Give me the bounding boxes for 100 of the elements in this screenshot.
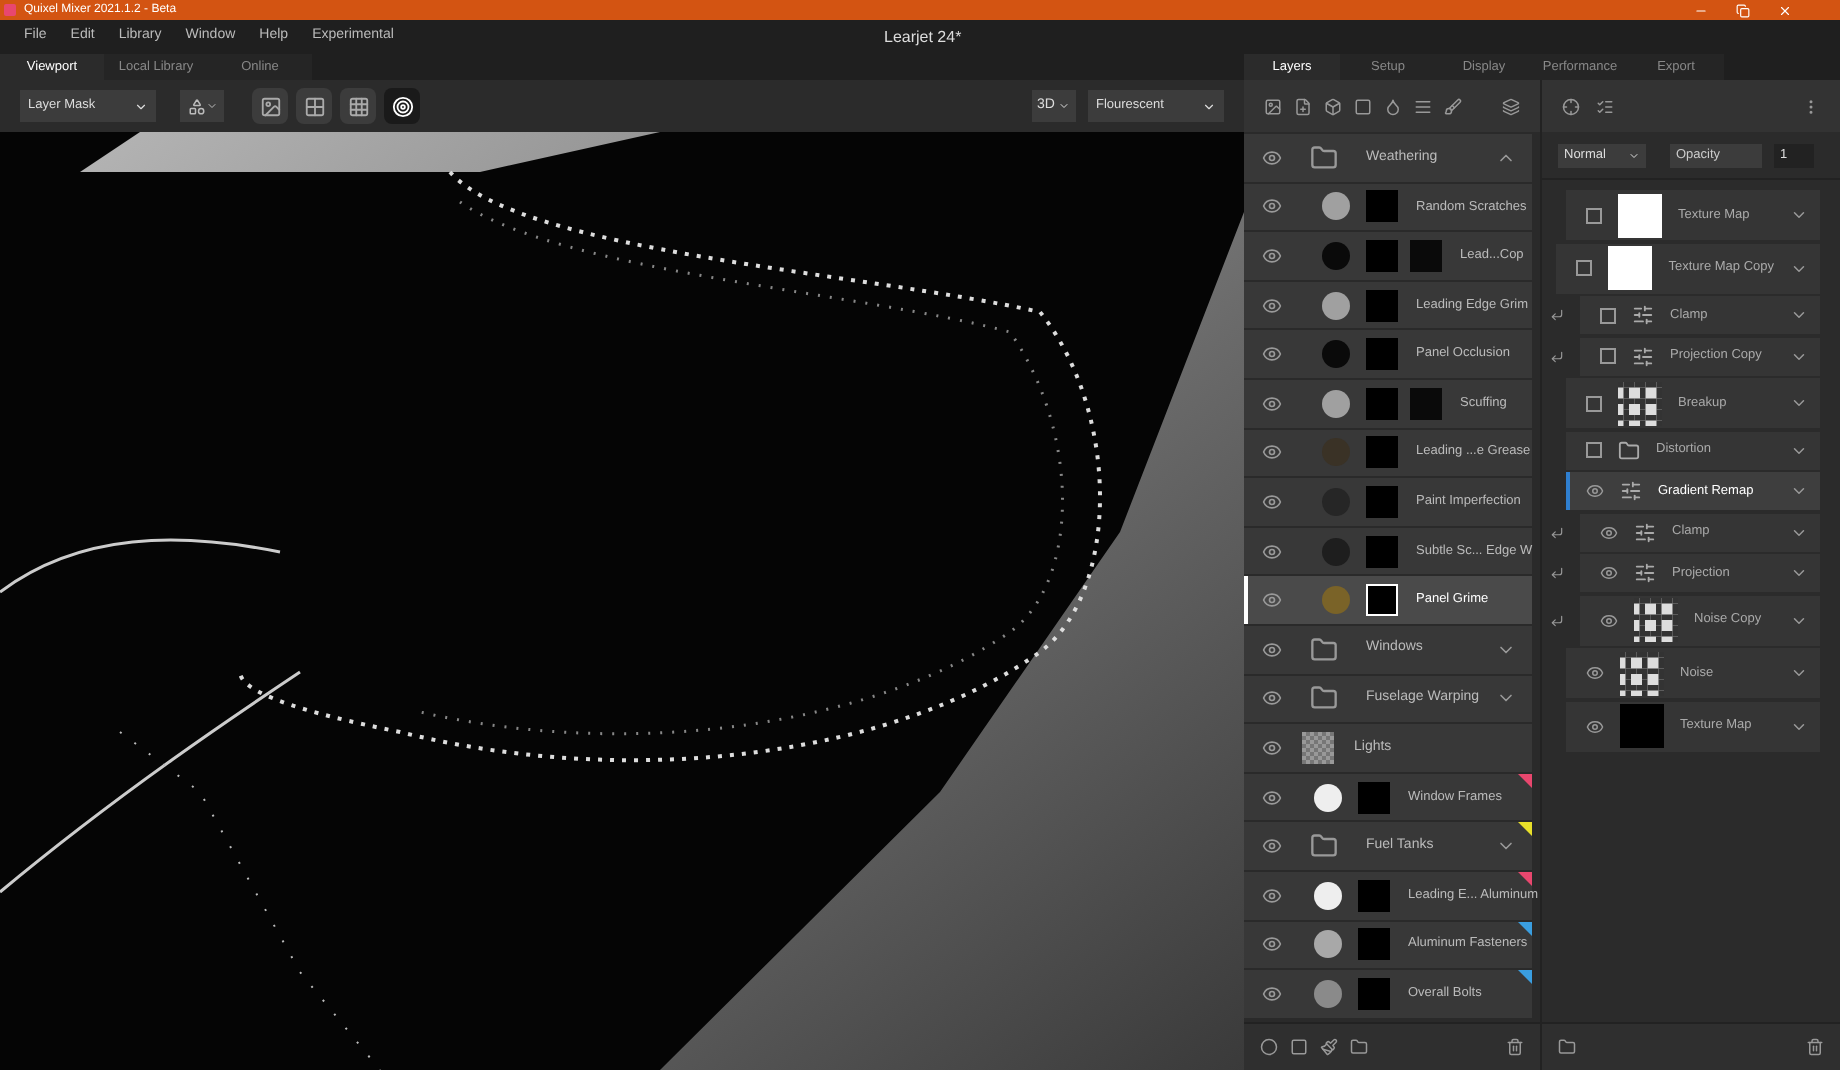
list-icon[interactable] (1596, 97, 1614, 115)
checkbox[interactable] (1600, 307, 1616, 323)
eye-icon[interactable] (1262, 688, 1282, 709)
eye-icon[interactable] (1262, 934, 1282, 955)
eye-icon[interactable] (1262, 737, 1282, 758)
layer-tool-icon[interactable] (1444, 97, 1462, 115)
checkbox[interactable] (1600, 348, 1616, 364)
layer-thumbnail (1366, 485, 1398, 518)
add-layer-icon[interactable] (1260, 1038, 1278, 1056)
checkbox[interactable] (1586, 395, 1602, 411)
color-swatch[interactable] (1314, 783, 1342, 812)
eye-icon[interactable] (1262, 590, 1282, 611)
eye-icon[interactable] (1586, 482, 1604, 500)
caret-icon (1058, 100, 1071, 112)
eye-icon[interactable] (1262, 196, 1282, 217)
add-paint-icon[interactable] (1320, 1038, 1338, 1056)
texture-thumbnail (1608, 246, 1653, 290)
layer-thumbnail (1358, 977, 1390, 1010)
folder-icon (1310, 635, 1338, 664)
layer-tool-icon[interactable] (1324, 97, 1342, 115)
sliders-icon (1634, 521, 1656, 543)
chevron-down-icon[interactable] (1790, 482, 1808, 500)
layers-icon[interactable] (1502, 97, 1520, 115)
folder-icon[interactable] (1350, 1038, 1368, 1056)
eye-icon[interactable] (1262, 983, 1282, 1004)
layer-thumbnail (1358, 928, 1390, 961)
color-swatch[interactable] (1322, 537, 1350, 566)
layer-thumbnail (1366, 190, 1398, 223)
add-fill-icon[interactable] (1290, 1038, 1308, 1056)
eye-icon[interactable] (1262, 245, 1282, 266)
folder-icon (1310, 684, 1338, 713)
noise-thumbnail (1634, 598, 1678, 642)
color-swatch[interactable] (1322, 291, 1350, 320)
layer-thumbnail (1366, 584, 1398, 617)
layer-tool-icon[interactable] (1264, 97, 1282, 115)
eye-icon[interactable] (1262, 787, 1282, 808)
caret-icon (1628, 149, 1640, 161)
grid-icon[interactable] (296, 88, 332, 124)
eye-icon[interactable] (1600, 564, 1618, 582)
eye-icon[interactable] (1586, 664, 1604, 682)
folder-icon[interactable] (1558, 1038, 1576, 1056)
shapes-dropdown[interactable] (180, 90, 224, 122)
eye-icon[interactable] (1262, 885, 1282, 906)
color-swatch[interactable] (1322, 241, 1350, 270)
chevron-down-icon[interactable] (1790, 206, 1808, 224)
color-swatch[interactable] (1322, 586, 1350, 615)
layer-thumbnail (1358, 781, 1390, 814)
texture-thumbnail (1620, 704, 1664, 748)
eye-icon[interactable] (1262, 147, 1282, 168)
layer-thumbnail (1366, 289, 1398, 322)
image-icon[interactable] (252, 88, 288, 124)
shapes-icon (187, 97, 205, 115)
eye-icon[interactable] (1262, 442, 1282, 463)
color-swatch[interactable] (1322, 389, 1350, 418)
color-swatch[interactable] (1314, 930, 1342, 959)
chevron-down-icon[interactable] (1790, 306, 1808, 324)
caret-icon (134, 99, 148, 113)
layer-thumbnail (1358, 879, 1390, 912)
color-swatch[interactable] (1322, 192, 1350, 221)
eye-icon[interactable] (1262, 393, 1282, 414)
target-icon[interactable] (384, 88, 420, 124)
layer-thumbnail (1366, 338, 1398, 371)
eye-icon[interactable] (1600, 523, 1618, 541)
folder-icon (1310, 832, 1338, 861)
eye-icon[interactable] (1262, 295, 1282, 316)
delete-icon[interactable] (1506, 1038, 1524, 1056)
color-swatch[interactable] (1314, 881, 1342, 910)
chevron-down-icon[interactable] (1790, 664, 1808, 682)
layer-thumbnail (1366, 535, 1398, 568)
sliders-icon (1634, 562, 1656, 584)
eye-icon[interactable] (1600, 611, 1618, 629)
checkbox[interactable] (1586, 207, 1602, 223)
eye-icon[interactable] (1262, 836, 1282, 857)
sliders-icon (1632, 345, 1654, 367)
layer-thumbnail (1366, 239, 1398, 272)
dense-grid-icon[interactable] (340, 88, 376, 124)
eye-icon[interactable] (1262, 541, 1282, 562)
caret-icon (1202, 99, 1216, 113)
layer-thumbnail (1366, 436, 1398, 469)
delete-icon[interactable] (1806, 1038, 1824, 1056)
noise-thumbnail (1620, 651, 1664, 695)
eye-icon[interactable] (1586, 717, 1604, 735)
layer-tool-icon[interactable] (1414, 97, 1432, 115)
restore-icon[interactable] (1736, 3, 1750, 17)
texture-thumbnail (1618, 193, 1662, 237)
eye-icon[interactable] (1262, 639, 1282, 660)
app-logo-icon (4, 4, 16, 16)
layer-tool-icon[interactable] (1294, 97, 1312, 115)
eye-icon[interactable] (1262, 344, 1282, 365)
layer-thumbnail (1366, 387, 1398, 420)
eye-icon[interactable] (1262, 491, 1282, 512)
chevron-down-icon[interactable] (1790, 394, 1808, 412)
chevron-down-icon[interactable] (1790, 564, 1808, 582)
checkbox[interactable] (1576, 260, 1593, 276)
sliders-icon (1632, 304, 1654, 326)
sliders-icon (1620, 480, 1642, 502)
checkbox[interactable] (1586, 442, 1602, 458)
color-swatch[interactable] (1314, 979, 1342, 1008)
color-swatch[interactable] (1322, 340, 1350, 369)
close-icon[interactable] (1778, 3, 1792, 17)
